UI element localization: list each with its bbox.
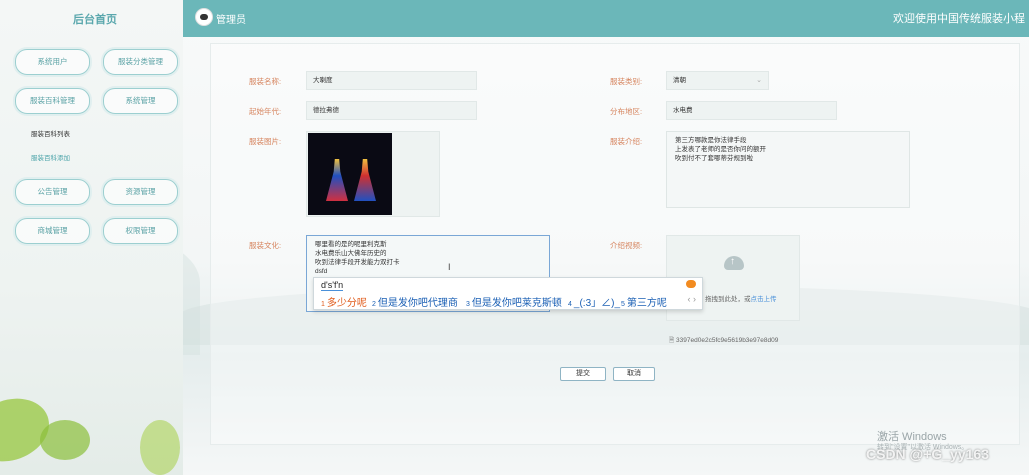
culture-line: dsfd — [315, 268, 328, 275]
submenu-encyclopedia-list[interactable]: 服装百科列表 — [31, 128, 70, 138]
candidate-number: 3 — [466, 301, 470, 308]
text-cursor-icon: I — [448, 262, 451, 272]
leaf-decoration — [140, 420, 180, 475]
candidate-number: 1 — [321, 301, 325, 308]
menu-system-management[interactable]: 系统管理 — [103, 88, 178, 114]
label-clothing-culture: 服装文化: — [249, 241, 282, 250]
label-clothing-name: 服装名称: — [249, 77, 282, 86]
leaf-decoration — [40, 420, 90, 460]
start-era-input[interactable]: 德拉弗德 — [306, 101, 477, 120]
candidate-text: 但是发你吧代理商 — [377, 298, 458, 309]
label-intro-video: 介绍视频: — [610, 241, 643, 250]
ime-logo-icon[interactable] — [686, 280, 696, 288]
candidate-number: 4 — [568, 301, 572, 308]
label-clothing-intro: 服装介绍: — [610, 137, 643, 146]
upload-hint-text: 拖拽到此处，或 — [705, 296, 751, 303]
file-name-text: 3397ed0e2c5fc9e5619b3e97e8d09 — [676, 337, 779, 344]
menu-category-management[interactable]: 服装分类管理 — [103, 49, 178, 75]
top-header: 管理员 欢迎使用中国传统服装小程 — [183, 0, 1029, 37]
uploaded-file-name[interactable]: 🗎 3397ed0e2c5fc9e5619b3e97e8d09 — [669, 336, 778, 347]
label-clothing-category: 服装类别: — [610, 77, 643, 86]
clothing-thumbnail — [308, 133, 392, 215]
upload-cloud-icon — [724, 256, 744, 270]
region-input[interactable]: 水电费 — [666, 101, 837, 120]
ime-candidate-2[interactable]: 2 但是发你吧代理商 — [372, 294, 458, 309]
cancel-button[interactable]: 取消 — [613, 367, 655, 381]
clothing-category-select[interactable]: 清朝 ⌄ — [666, 71, 769, 90]
ime-candidate-5[interactable]: 5 第三方呢 — [621, 294, 667, 309]
chevron-down-icon: ⌄ — [756, 77, 762, 84]
submit-button[interactable]: 提交 — [560, 367, 606, 381]
menu-permission-management[interactable]: 权限管理 — [103, 218, 178, 244]
dancer-figure — [354, 159, 376, 201]
clothing-name-input[interactable]: 大喇度 — [306, 71, 477, 90]
intro-line: 上发表了老师的是否你问的额开 — [675, 146, 766, 153]
upload-link[interactable]: 点击上传 — [751, 296, 777, 303]
label-region: 分布地区: — [610, 107, 643, 116]
candidate-text: 但是发你吧莱克斯顿 — [471, 298, 562, 309]
csdn-watermark: CSDN @+G_yy163 — [866, 446, 989, 462]
ime-composition: d's'f'n — [321, 280, 344, 291]
culture-line: 水电费乐山大佛年历史的 — [315, 250, 387, 257]
intro-line: 第三方哪款是你法律手段 — [675, 137, 747, 144]
menu-mall-management[interactable]: 商城管理 — [15, 218, 90, 244]
admin-label: 管理员 — [216, 15, 246, 26]
candidate-text: 多少分呢 — [326, 298, 367, 309]
upload-hint: 拖拽到此处，或点击上传 — [705, 293, 777, 303]
candidate-text: _(:3」∠)_ — [573, 298, 621, 309]
culture-line: 吹到法律手段开发能力双打卡 — [315, 259, 400, 266]
clothing-intro-textarea[interactable]: 第三方哪款是你法律手段 上发表了老师的是否你问的额开 吹到付不了套哪蒂芬规到啦 — [666, 131, 910, 208]
image-upload[interactable] — [306, 131, 440, 217]
submenu-encyclopedia-add[interactable]: 服装百科添加 — [31, 152, 70, 162]
welcome-text: 欢迎使用中国传统服装小程 — [893, 13, 1025, 25]
ime-candidate-4[interactable]: 4 _(:3」∠)_ — [568, 294, 620, 309]
avatar[interactable] — [195, 8, 213, 26]
sidebar-title[interactable]: 后台首页 — [0, 11, 183, 27]
culture-line: 哪里看的是的呢里利克斯 — [315, 241, 387, 248]
candidate-number: 5 — [621, 301, 625, 308]
ime-candidate-3[interactable]: 3 但是发你吧莱克斯顿 — [466, 294, 562, 309]
label-start-era: 起始年代: — [249, 107, 282, 116]
candidate-number: 2 — [372, 301, 376, 308]
menu-system-users[interactable]: 系统用户 — [15, 49, 90, 75]
ime-candidate-popup: d's'f'n 1 多少分呢 2 但是发你吧代理商 3 但是发你吧莱克斯顿 4 _(:3… — [313, 277, 703, 310]
sidebar: 后台首页 系统用户 服装分类管理 服装百科管理 系统管理 服装百科列表 服装百科… — [0, 0, 183, 475]
ime-candidate-1[interactable]: 1 多少分呢 — [321, 294, 367, 309]
category-value: 清朝 — [673, 77, 686, 84]
intro-line: 吹到付不了套哪蒂芬规到啦 — [675, 155, 753, 162]
dancer-figure — [326, 159, 348, 201]
menu-encyclopedia-management[interactable]: 服装百科管理 — [15, 88, 90, 114]
candidate-text: 第三方呢 — [626, 298, 667, 309]
ime-page-arrows[interactable]: ‹ › — [688, 294, 697, 304]
menu-announcement-management[interactable]: 公告管理 — [15, 179, 90, 205]
menu-resource-management[interactable]: 资源管理 — [103, 179, 178, 205]
label-clothing-image: 服装图片: — [249, 137, 282, 146]
